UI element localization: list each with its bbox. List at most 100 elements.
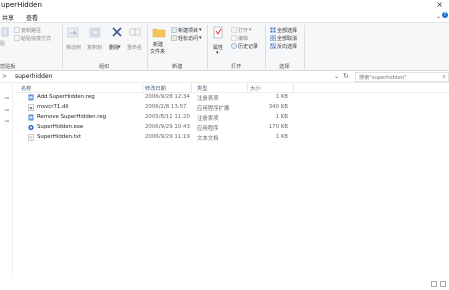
copy-to-button[interactable]: 复制到 — [87, 44, 102, 51]
organize-group-label: 组织 — [99, 64, 110, 70]
tab-share[interactable]: 共享 — [2, 13, 14, 22]
rename-icon — [129, 28, 141, 36]
ribbon-tabs: 共享 查看 ⌄ ? — [0, 12, 449, 22]
chevron-down-icon[interactable]: ⌄ — [436, 13, 441, 20]
chevron-right-icon[interactable]: > — [2, 73, 7, 80]
open-group-label: 打开 — [231, 64, 242, 70]
file-name: SuperHidden.txt — [37, 134, 82, 140]
pin-icon[interactable]: ⊸ — [4, 95, 9, 102]
separator — [304, 25, 305, 69]
move-to-button[interactable]: 移动到 — [66, 44, 81, 51]
dll-file-icon — [28, 104, 34, 111]
column-modified[interactable]: 修改日期 — [145, 85, 166, 92]
status-bar — [0, 278, 449, 290]
list-item[interactable]: SuperHidden.exe 2006/9/29 10:43 应用程序 170… — [14, 123, 449, 133]
file-name: msvcr71.dll — [37, 104, 69, 110]
invert-selection-button[interactable]: 反向选择 — [277, 43, 297, 50]
file-type: 应用程序扩展 — [197, 106, 230, 112]
separator — [62, 25, 63, 69]
chevron-down-icon: ▾ — [199, 35, 202, 41]
search-input[interactable]: 搜索"superhidden" ⌕ — [355, 72, 449, 82]
file-type: 注册表项 — [197, 116, 219, 122]
file-type: 注册表项 — [197, 96, 219, 102]
file-name: SuperHidden.exe — [37, 124, 84, 130]
chevron-down-icon: ▾ — [199, 27, 202, 33]
file-size: 1 KB — [275, 94, 288, 100]
separator[interactable] — [293, 83, 294, 92]
paste-shortcut-button[interactable]: 粘贴快捷方式 — [21, 35, 51, 42]
tab-view[interactable]: 查看 — [26, 13, 38, 22]
column-header: 名称 修改日期 类型 大小 — [14, 83, 449, 93]
separator[interactable] — [142, 83, 143, 92]
pin-icon[interactable]: ⊸ — [4, 107, 9, 114]
history-button[interactable]: 历史记录 — [238, 43, 258, 50]
edit-icon — [231, 35, 237, 41]
invert-selection-icon — [270, 43, 276, 49]
open-icon — [231, 27, 237, 33]
chevron-down-icon[interactable]: ▾ — [118, 44, 121, 50]
column-type[interactable]: 类型 — [197, 85, 207, 92]
txt-file-icon — [28, 134, 34, 141]
column-size[interactable]: 大小 — [250, 85, 260, 92]
edit-button[interactable]: 编辑 — [238, 35, 248, 42]
select-none-button[interactable]: 全部取消 — [277, 35, 297, 42]
new-group-label: 新建 — [172, 64, 183, 70]
separator[interactable] — [247, 83, 248, 92]
list-item[interactable]: Remove SuperHidden.reg 2005/8/11 11:20 注… — [14, 113, 449, 123]
chevron-down-icon[interactable]: ▾ — [216, 50, 219, 56]
new-folder-label: 文件夹 — [150, 49, 166, 55]
window-title: uperHidden — [1, 1, 42, 9]
search-placeholder: 搜索"superhidden" — [359, 75, 407, 81]
file-type: 应用程序 — [197, 126, 219, 132]
history-icon — [231, 43, 237, 49]
exe-file-icon — [28, 124, 34, 131]
new-item-button[interactable]: 新建项目 — [178, 27, 198, 34]
select-none-icon — [270, 35, 276, 41]
file-modified: 2006/9/29 10:43 — [145, 124, 190, 130]
file-name: Remove SuperHidden.reg — [37, 114, 107, 120]
reg-file-icon — [28, 94, 34, 101]
breadcrumb[interactable]: superhidden — [15, 73, 52, 80]
copy-to-icon — [89, 27, 101, 38]
select-all-button[interactable]: 全部选择 — [277, 27, 297, 34]
separator — [147, 25, 148, 69]
properties-icon — [213, 26, 223, 39]
separator — [207, 25, 208, 69]
list-item[interactable]: Add SuperHidden.reg 2006/9/28 12:34 注册表项… — [14, 93, 449, 103]
file-size: 1 KB — [275, 134, 288, 140]
open-button[interactable]: 打开 — [238, 27, 248, 34]
column-name[interactable]: 名称 — [21, 85, 31, 92]
delete-icon — [112, 27, 122, 37]
navigation-pane: ⊸ ⊸ ⊸ — [0, 83, 13, 290]
details-view-icon[interactable] — [431, 281, 437, 287]
copy-path-button[interactable]: 复制路径 — [21, 27, 41, 34]
chevron-down-icon: ▾ — [249, 27, 252, 33]
new-item-icon — [171, 27, 177, 33]
reg-file-icon — [28, 114, 34, 121]
separator — [265, 25, 266, 69]
list-item[interactable]: msvcr71.dll 2006/2/8 13:57 应用程序扩展 340 KB — [14, 103, 449, 113]
chevron-down-icon[interactable]: ⌄ — [334, 73, 339, 80]
move-to-icon — [67, 27, 79, 38]
new-folder-button[interactable]: 新建 — [153, 41, 163, 48]
search-icon[interactable]: ⌕ — [443, 73, 446, 81]
separator[interactable] — [191, 83, 192, 92]
shortcut-icon — [14, 35, 20, 41]
copy-path-icon — [14, 27, 20, 33]
file-name: Add SuperHidden.reg — [37, 94, 95, 100]
close-icon[interactable]: × — [436, 0, 443, 9]
file-size: 340 KB — [268, 104, 288, 110]
pin-icon[interactable]: ⊸ — [4, 118, 9, 125]
file-modified: 2006/9/28 12:34 — [145, 94, 190, 100]
list-item[interactable]: SuperHidden.txt 2006/9/29 11:19 文本文档 1 K… — [14, 133, 449, 143]
file-size: 170 KB — [268, 124, 288, 130]
clipboard-group-label: 剪贴板 — [0, 64, 16, 70]
rename-button[interactable]: 重命名 — [127, 44, 142, 51]
refresh-icon[interactable]: ↻ — [343, 72, 349, 80]
easy-access-button[interactable]: 轻松访问 — [178, 35, 198, 42]
large-icons-view-icon[interactable] — [440, 281, 446, 287]
select-group-label: 选择 — [279, 64, 290, 70]
help-icon[interactable]: ? — [442, 12, 448, 18]
file-modified: 2006/2/8 13:57 — [145, 104, 187, 110]
pin-button[interactable]: 贴 — [0, 40, 5, 47]
